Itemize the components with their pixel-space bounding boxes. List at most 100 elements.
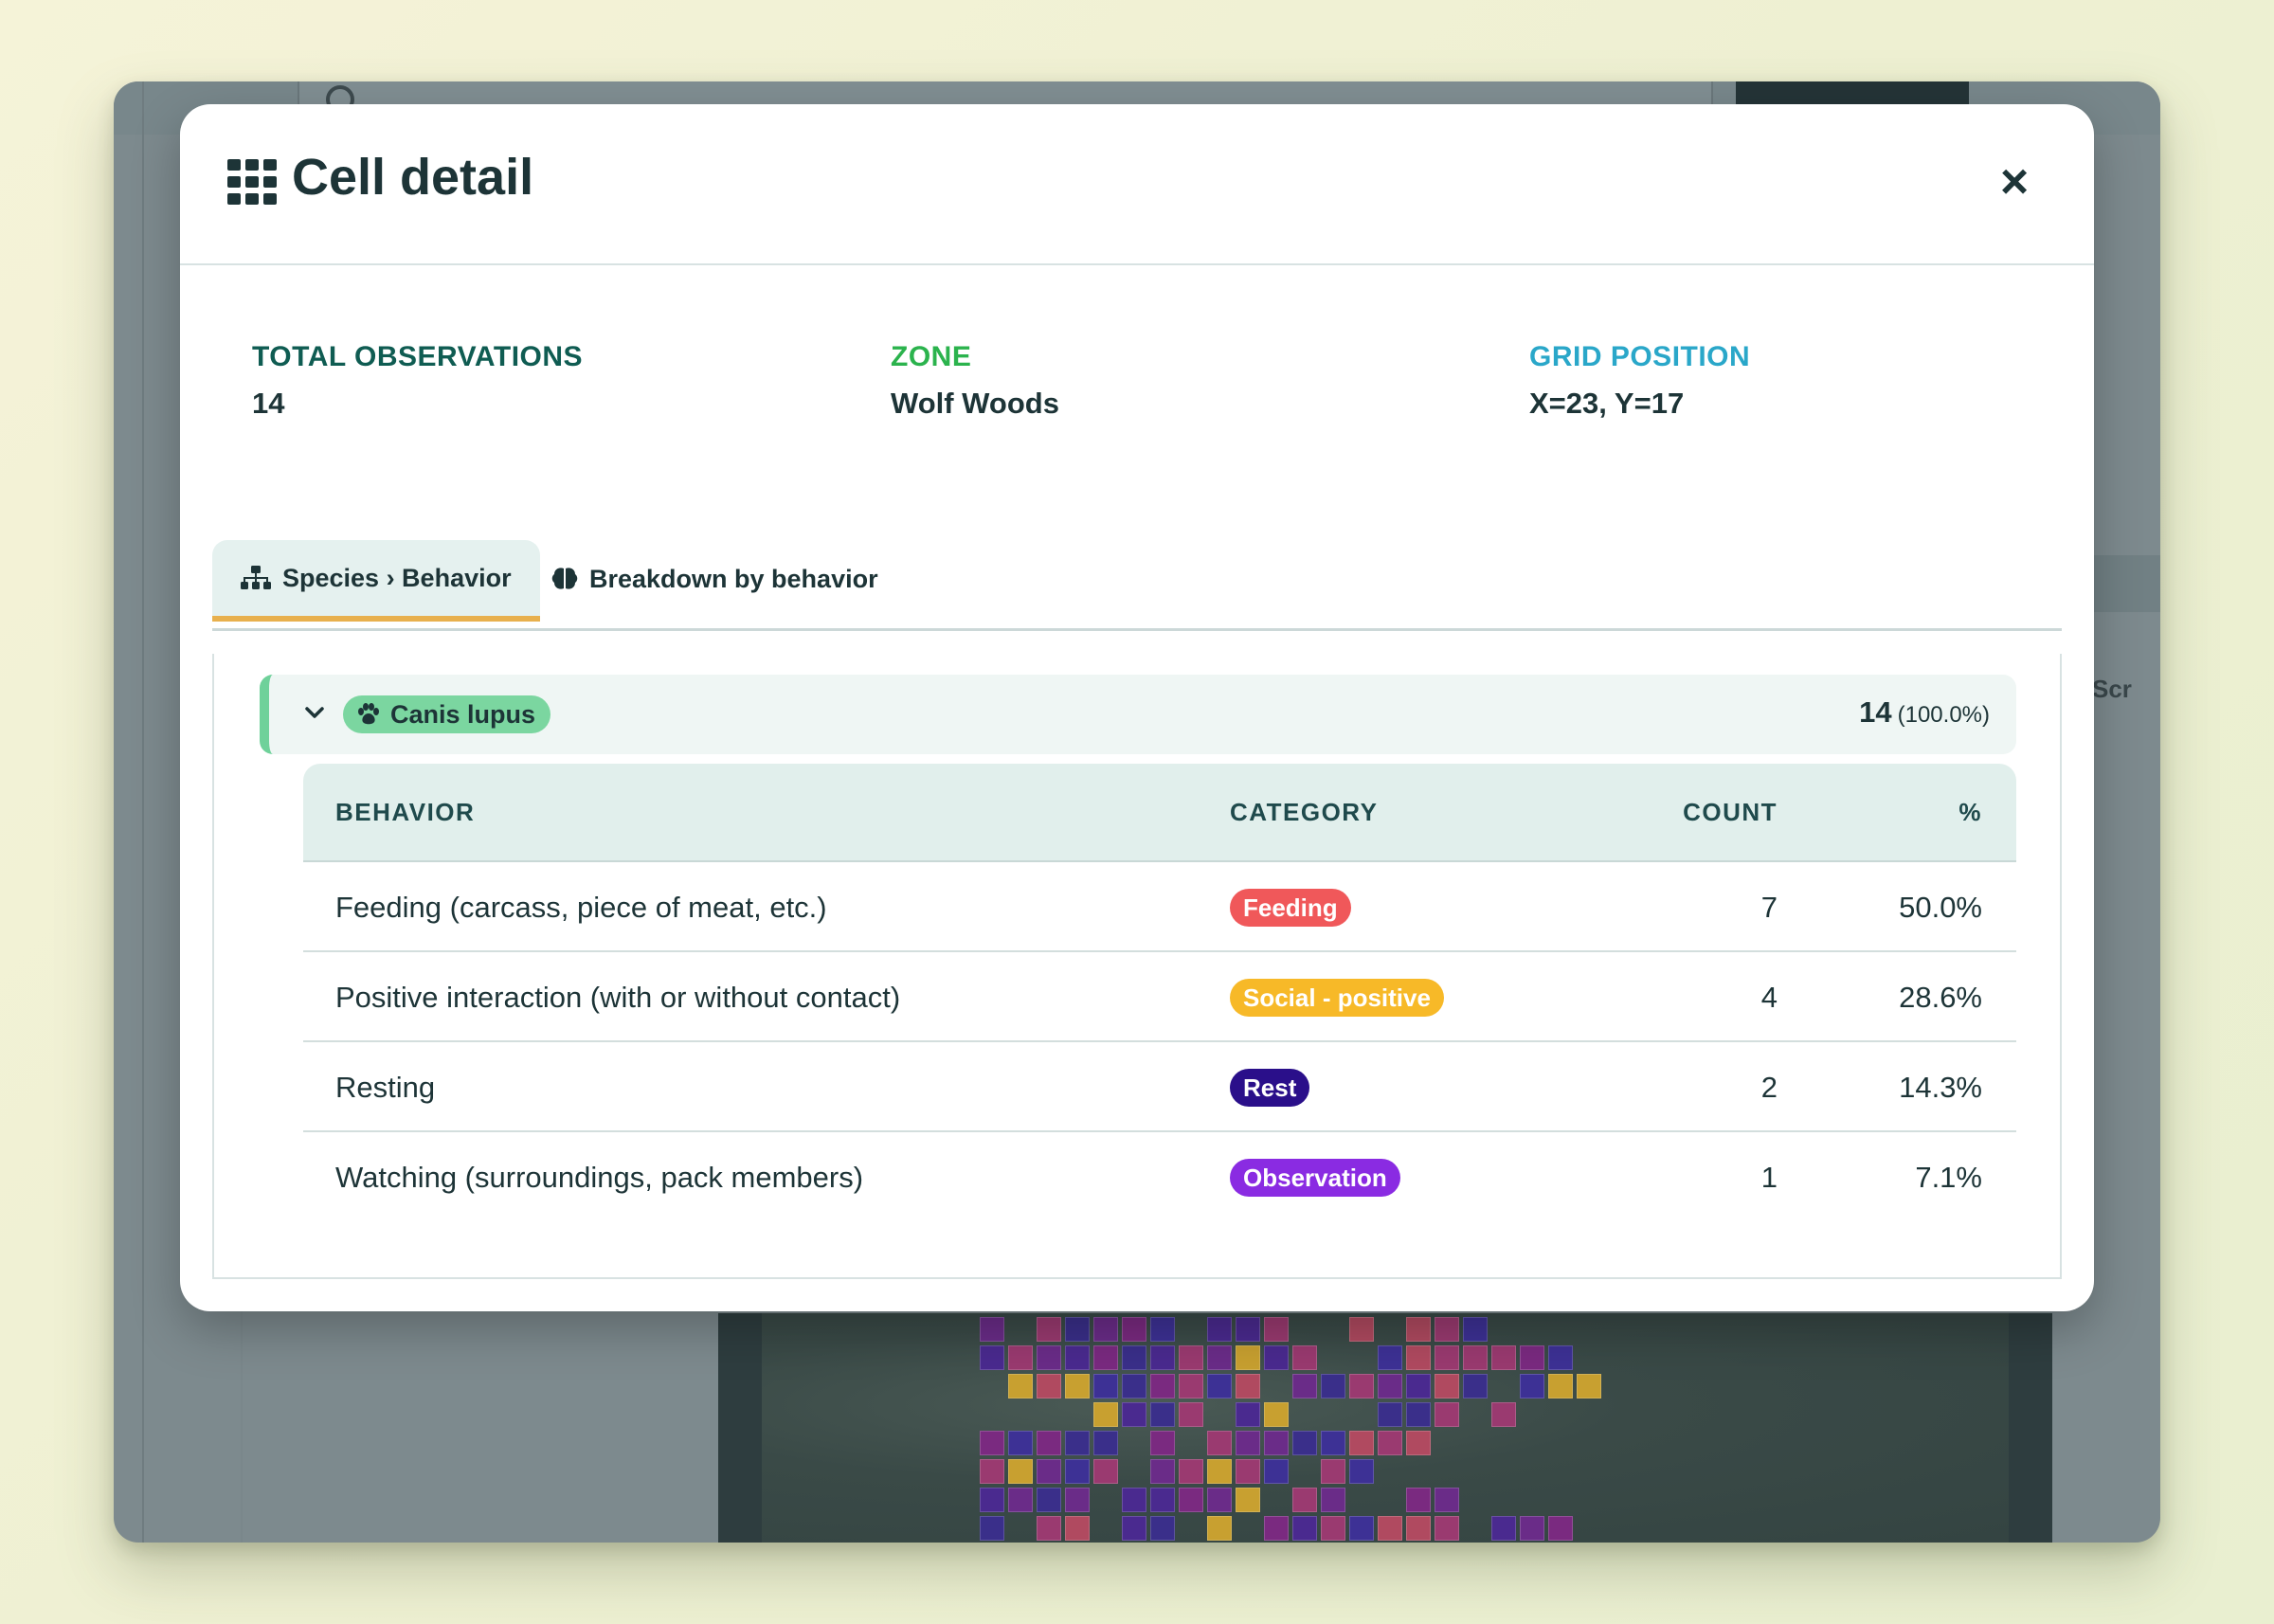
heatmap-cell — [1435, 1402, 1459, 1427]
heatmap-cell — [1150, 1516, 1175, 1541]
behavior-table: BEHAVIOR CATEGORY COUNT % Feeding (carca… — [303, 764, 2016, 1222]
heatmap-cell — [1406, 1488, 1431, 1512]
heatmap-cell — [1463, 1317, 1488, 1342]
heatmap-cell — [1207, 1345, 1232, 1370]
heatmap-cell — [1207, 1431, 1232, 1455]
heatmap-cell — [1406, 1402, 1431, 1427]
chevron-down-icon[interactable] — [303, 701, 326, 724]
species-count-value: 14 — [1859, 695, 1892, 729]
heatmap-cell — [1321, 1459, 1345, 1484]
heatmap-cell — [1463, 1374, 1488, 1398]
percent-cell: 14.3% — [1899, 1071, 1982, 1104]
tab-species-behavior[interactable]: Species › Behavior — [212, 540, 540, 622]
heatmap-cell — [1548, 1516, 1573, 1541]
heatmap-cell — [1378, 1431, 1402, 1455]
heatmap-cell — [1065, 1431, 1090, 1455]
species-count-percent: (100.0%) — [1897, 702, 1990, 728]
stat-label: ZONE — [891, 341, 972, 372]
behavior-cell: Resting — [335, 1071, 436, 1104]
stat-value: 14 — [252, 387, 285, 420]
heatmap-cell — [1548, 1345, 1573, 1370]
heatmap-cell — [1520, 1345, 1544, 1370]
percent-cell: 50.0% — [1899, 891, 1982, 924]
category-badge: Social - positive — [1230, 979, 1444, 1017]
percent-cell: 7.1% — [1915, 1161, 1982, 1194]
close-icon: × — [1999, 154, 2030, 209]
heatmap-cell — [1577, 1374, 1601, 1398]
table-header: BEHAVIOR CATEGORY COUNT % — [303, 764, 2016, 862]
heatmap-cell — [1349, 1317, 1374, 1342]
stat-zone: ZONE Wolf Woods — [891, 341, 1059, 421]
heatmap-cell — [1264, 1431, 1289, 1455]
heatmap-cell — [1037, 1431, 1061, 1455]
species-name: Canis lupus — [390, 699, 536, 729]
heatmap-cell — [1236, 1374, 1260, 1398]
heatmap-cell — [1406, 1374, 1431, 1398]
column-header-percent: % — [1958, 798, 1982, 826]
heatmap-cell — [1463, 1345, 1488, 1370]
heatmap-cell — [1236, 1431, 1260, 1455]
heatmap-map — [718, 1313, 2052, 1543]
behavior-cell: Positive interaction (with or without co… — [335, 981, 901, 1014]
heatmap-cell — [1037, 1345, 1061, 1370]
heatmap-cell — [1179, 1459, 1203, 1484]
column-header-category: CATEGORY — [1230, 798, 1379, 826]
stat-label: GRID POSITION — [1529, 341, 1751, 372]
heatmap-cell — [1435, 1374, 1459, 1398]
heatmap-cell — [1037, 1317, 1061, 1342]
behavior-cell: Feeding (carcass, piece of meat, etc.) — [335, 891, 827, 924]
heatmap-cell — [1065, 1459, 1090, 1484]
stat-label: TOTAL OBSERVATIONS — [252, 341, 584, 372]
heatmap-cell — [1150, 1431, 1175, 1455]
paw-icon — [358, 703, 379, 725]
heatmap-cell — [1065, 1374, 1090, 1398]
heatmap-cell — [1008, 1459, 1033, 1484]
tab-breakdown-by-behavior[interactable]: Breakdown by behavior — [523, 540, 907, 618]
count-cell: 7 — [1760, 891, 1778, 924]
app-screenshot-label: Scr — [2092, 675, 2132, 703]
heatmap-cell — [1520, 1516, 1544, 1541]
heatmap-cell — [980, 1317, 1004, 1342]
heatmap-cell — [1491, 1345, 1516, 1370]
tab-label: Species › Behavior — [282, 563, 512, 592]
heatmap-cell — [1207, 1317, 1232, 1342]
app-right-strip — [2094, 555, 2160, 612]
tab-panel: Canis lupus 14 (100.0%) BEHAVIOR CATEGORY… — [212, 654, 2062, 1279]
heatmap-cell — [1122, 1402, 1146, 1427]
heatmap-cell — [1008, 1431, 1033, 1455]
grid-icon — [227, 159, 277, 205]
heatmap-cell — [1150, 1488, 1175, 1512]
hierarchy-icon — [241, 566, 271, 589]
close-button[interactable]: × — [1984, 152, 2045, 212]
heatmap-cell — [1264, 1402, 1289, 1427]
heatmap-cell — [1093, 1402, 1118, 1427]
heatmap-cell — [1037, 1516, 1061, 1541]
heatmap-cell — [1093, 1431, 1118, 1455]
heatmap-cell — [1008, 1488, 1033, 1512]
category-badge: Observation — [1230, 1159, 1400, 1197]
stat-total-observations: TOTAL OBSERVATIONS 14 — [252, 341, 583, 421]
cell-detail-modal: Cell detail × TOTAL OBSERVATIONS 14 ZONE… — [180, 104, 2094, 1311]
behavior-cell: Watching (surroundings, pack members) — [335, 1161, 864, 1194]
modal-header: Cell detail × — [180, 104, 2094, 265]
heatmap-cell — [1520, 1374, 1544, 1398]
count-cell: 1 — [1760, 1161, 1778, 1194]
heatmap-cell — [1150, 1317, 1175, 1342]
heatmap-cell — [1236, 1345, 1260, 1370]
heatmap-cell — [1321, 1516, 1345, 1541]
heatmap-cell — [1292, 1431, 1317, 1455]
count-cell: 2 — [1760, 1071, 1778, 1104]
heatmap-cell — [1093, 1345, 1118, 1370]
heatmap-cell — [1008, 1374, 1033, 1398]
heatmap-cell — [1122, 1516, 1146, 1541]
heatmap-cell — [1236, 1488, 1260, 1512]
table-body: Feeding (carcass, piece of meat, etc.) Fe… — [303, 862, 2016, 1222]
heatmap-cell — [980, 1459, 1004, 1484]
heatmap-cell — [980, 1516, 1004, 1541]
heatmap-cell — [1179, 1402, 1203, 1427]
heatmap-cell — [1122, 1488, 1146, 1512]
species-count: 14 (100.0%) — [1859, 695, 1990, 730]
heatmap-cell — [1378, 1374, 1402, 1398]
species-group-row[interactable]: Canis lupus 14 (100.0%) — [260, 675, 2016, 754]
heatmap-cell — [1406, 1317, 1431, 1342]
